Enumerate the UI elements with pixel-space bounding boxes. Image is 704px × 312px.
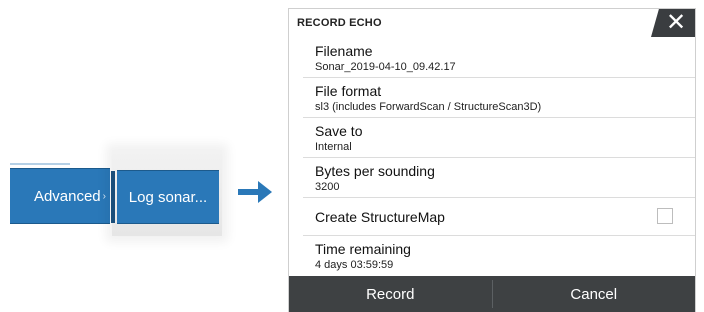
arrow-right-icon (238, 181, 272, 203)
row-label: Bytes per sounding (315, 163, 435, 179)
row-value: Internal (315, 141, 352, 153)
menu-item-advanced[interactable]: Advanced › (10, 163, 110, 224)
close-button[interactable]: ✕ (651, 9, 695, 37)
structuremap-checkbox[interactable] (657, 208, 673, 224)
row-save-to[interactable]: Save to Internal (303, 118, 695, 158)
row-label: Save to (315, 123, 363, 139)
row-file-format[interactable]: File format sl3 (includes ForwardScan / … (303, 78, 695, 118)
menu-item-advanced-label: Advanced (33, 187, 101, 205)
row-value: sl3 (includes ForwardScan / StructureSca… (315, 101, 542, 113)
row-value: 3200 (315, 181, 340, 193)
row-label: Time remaining (315, 241, 411, 257)
row-label: Filename (315, 43, 373, 59)
row-create-structuremap[interactable]: Create StructureMap (303, 198, 695, 236)
close-icon: ✕ (665, 9, 687, 36)
row-label: File format (315, 83, 382, 99)
row-time-remaining: Time remaining 4 days 03:59:59 (303, 236, 695, 276)
row-value: 4 days 03:59:59 (315, 259, 394, 271)
row-value: Sonar_2019-04-10_09.42.17 (315, 61, 456, 73)
record-button[interactable]: Record (289, 276, 492, 312)
row-label: Create StructureMap (315, 209, 445, 225)
row-filename[interactable]: Filename Sonar_2019-04-10_09.42.17 (303, 38, 695, 78)
record-echo-dialog: RECORD ECHO ✕ Filename Sonar_2019-04-10_… (288, 8, 696, 312)
dialog-footer: Record Cancel (289, 276, 695, 312)
menu-item-log-sonar[interactable]: Log sonar... (111, 170, 219, 224)
cancel-button[interactable]: Cancel (493, 276, 696, 312)
menu-item-log-sonar-label: Log sonar... (128, 188, 208, 206)
chevron-right-icon: › (102, 190, 106, 202)
dialog-header: RECORD ECHO ✕ (289, 9, 695, 37)
menu-divider (10, 163, 70, 165)
settings-list: Filename Sonar_2019-04-10_09.42.17 File … (303, 38, 695, 276)
cancel-button-label: Cancel (570, 285, 618, 303)
dialog-title: RECORD ECHO (297, 17, 382, 29)
row-bytes-per-sounding[interactable]: Bytes per sounding 3200 (303, 158, 695, 198)
record-button-label: Record (366, 285, 415, 303)
